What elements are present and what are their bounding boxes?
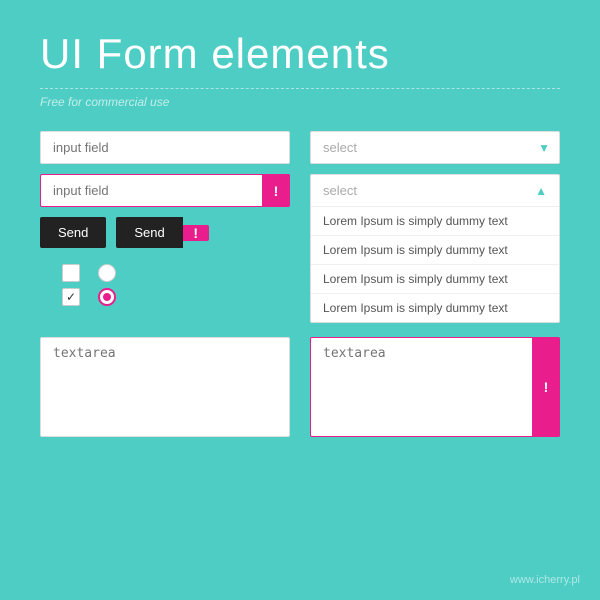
select-open-header[interactable]: select ▲ (311, 175, 559, 207)
controls-row-2: ✓ (62, 288, 290, 306)
page-title: UI Form elements (40, 30, 560, 78)
input-normal[interactable] (40, 131, 290, 164)
radio-unchecked[interactable] (98, 264, 116, 282)
page-wrapper: UI Form elements Free for commercial use… (0, 0, 600, 600)
subtitle: Free for commercial use (40, 95, 560, 109)
radio-dot (103, 293, 111, 301)
radio-checked[interactable] (98, 288, 116, 306)
buttons-row: Send Send ! (40, 217, 290, 248)
send-button[interactable]: Send (40, 217, 106, 248)
textarea-normal-wrapper (40, 337, 290, 442)
input-error-wrapper: ! (40, 174, 290, 207)
footer-url: www.icherry.pl (510, 574, 580, 586)
button-error-badge: ! (183, 225, 209, 241)
checkmark-icon: ✓ (66, 290, 76, 304)
send-error-wrapper: Send ! (116, 217, 208, 248)
input-error[interactable] (40, 174, 290, 207)
bottom-grid: ! (40, 337, 560, 442)
input-normal-wrapper (40, 131, 290, 164)
textarea-error-badge: ! (532, 337, 560, 437)
select-open-wrapper: select ▲ Lorem Ipsum is simply dummy tex… (310, 174, 560, 323)
select-option-3[interactable]: Lorem Ipsum is simply dummy text (311, 265, 559, 294)
controls-section: ✓ (62, 264, 290, 306)
select-option-4[interactable]: Lorem Ipsum is simply dummy text (311, 294, 559, 322)
right-column: select ▼ select ▲ Lorem Ipsum is simply … (310, 131, 560, 323)
select-normal-wrapper: select ▼ (310, 131, 560, 164)
textarea-error[interactable] (310, 337, 560, 437)
checkbox-checked[interactable]: ✓ (62, 288, 80, 306)
divider (40, 88, 560, 89)
select-option-2[interactable]: Lorem Ipsum is simply dummy text (311, 236, 559, 265)
select-normal[interactable]: select (310, 131, 560, 164)
footer: www.icherry.pl (510, 574, 580, 586)
input-error-badge: ! (262, 174, 290, 207)
controls-row-1 (62, 264, 290, 282)
main-grid: ! Send Send ! ✓ (40, 131, 560, 323)
select-option-1[interactable]: Lorem Ipsum is simply dummy text (311, 207, 559, 236)
checkbox-unchecked[interactable] (62, 264, 80, 282)
textarea-error-wrapper: ! (310, 337, 560, 437)
left-column: ! Send Send ! ✓ (40, 131, 290, 323)
chevron-up-icon: ▲ (535, 184, 547, 198)
textarea-normal[interactable] (40, 337, 290, 437)
send-error-button[interactable]: Send (116, 217, 182, 248)
select-open-label: select (323, 183, 357, 198)
